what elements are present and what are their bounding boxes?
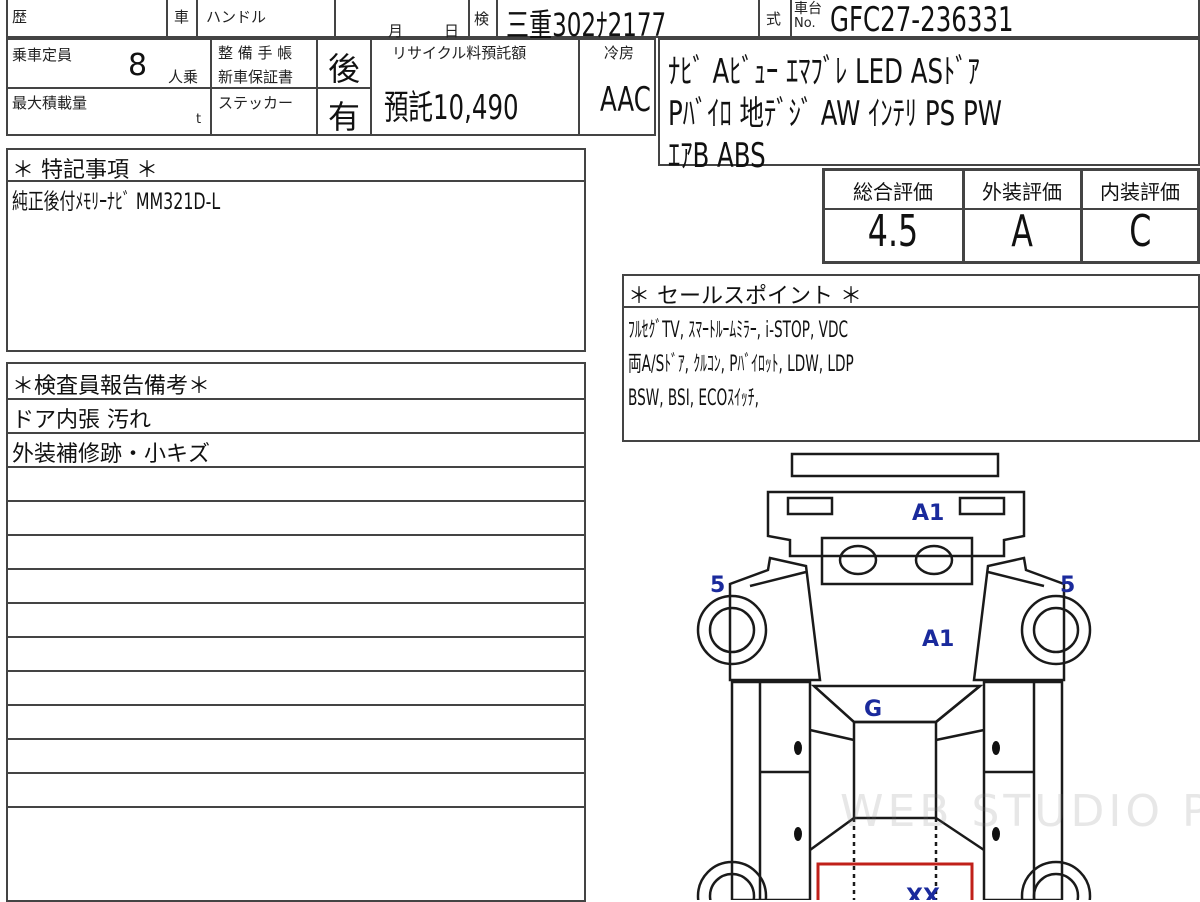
ruled-line: [6, 466, 586, 468]
marked-area-outline: [816, 862, 974, 900]
interior-grade-label: 内装評価: [1100, 180, 1180, 204]
sales-point-line: 両A/Sﾄﾞｱ, ｸﾙｺﾝ, Pﾊﾞｲﾛｯﾄ, LDW, LDP: [628, 352, 854, 377]
history-label: 歴: [12, 8, 28, 26]
special-notes-title: ＊ 特記事項 ＊: [12, 158, 158, 183]
ruled-line: [6, 568, 586, 570]
special-note-line: 純正後付ﾒﾓﾘｰﾅﾋﾞ MM321D-L: [12, 190, 221, 215]
front-bumper-outline: [790, 452, 1000, 478]
sales-points-title: ＊ セールスポイント ＊: [628, 284, 862, 309]
chassis-number: GFC27-236331: [830, 0, 1014, 40]
inspector-notes-title: ＊検査員報告備考＊: [12, 374, 211, 399]
ruled-line: [6, 738, 586, 740]
chassis-label-bottom: No.: [794, 16, 816, 31]
windshield-outline: [810, 684, 984, 724]
manual-value: 後: [328, 50, 361, 88]
damage-mark-hood: A1: [922, 627, 954, 652]
right-rear-wheel-outline: [1020, 860, 1092, 900]
inspector-note-line: 外装補修跡・小キズ: [12, 442, 211, 467]
door-handle: [794, 741, 802, 755]
ruled-line: [6, 432, 586, 434]
damage-mark-front-bumper: A1: [912, 501, 944, 526]
equipment-line: ｴｱB ABS: [668, 136, 766, 176]
warranty-label: 新車保証書: [218, 68, 294, 86]
ruled-line: [6, 636, 586, 638]
left-headlight-outline: [786, 496, 834, 516]
right-front-wheel-outline: [1020, 594, 1092, 666]
ruled-line: [6, 806, 586, 808]
overall-grade-value: 4.5: [867, 206, 919, 257]
left-side-outline: [730, 680, 812, 900]
damage-mark-windshield: G: [864, 697, 882, 722]
ruled-line: [6, 670, 586, 672]
right-headlight-outline: [958, 496, 1006, 516]
interior-grade-value: C: [1128, 206, 1152, 257]
watermark: WEB STUDIO PRO: [840, 786, 1200, 837]
manual-label: 整 備 手 帳: [218, 44, 293, 62]
sticker-label: ステッカー: [218, 94, 294, 112]
damage-mark-right-front-wheel: 5: [1060, 573, 1075, 598]
door-handle: [794, 827, 802, 841]
car-label: 車: [174, 8, 190, 26]
load-label: 最大積載量: [12, 94, 88, 112]
overall-grade-label: 総合評価: [853, 180, 933, 204]
capacity-unit: 人乗: [168, 68, 199, 86]
ruled-line: [6, 772, 586, 774]
ruled-line: [6, 500, 586, 502]
ruled-line: [6, 534, 586, 536]
handle-label: ハンドル: [206, 8, 267, 26]
front-end-outline: [766, 490, 1026, 558]
model-label: 式: [766, 10, 782, 28]
exterior-grade-value: A: [1011, 206, 1033, 257]
exterior-grade-label: 外装評価: [982, 180, 1062, 204]
capacity-value: 8: [128, 48, 148, 83]
left-hood-oval: [838, 544, 878, 576]
damage-mark-left-front-wheel: 5: [710, 573, 725, 598]
load-unit: t: [196, 112, 202, 127]
hood-outline: [820, 536, 974, 586]
ruled-line: [6, 704, 586, 706]
sticker-value: 有: [328, 98, 361, 136]
right-fender-outline: [972, 556, 1066, 682]
right-hood-oval: [914, 544, 954, 576]
recycle-label: リサイクル料預託額: [392, 44, 527, 62]
recycle-value: 預託10,490: [384, 88, 519, 128]
ac-label: 冷房: [604, 44, 635, 62]
sales-point-line: BSW, BSI, ECOｽｲｯﾁ,: [628, 386, 759, 411]
inspection-label: 検: [474, 10, 490, 28]
damage-mark-roof: XX: [906, 885, 940, 900]
inspector-note-line: ドア内張 汚れ: [12, 408, 151, 433]
ruled-line: [6, 602, 586, 604]
left-front-wheel-outline: [696, 594, 768, 666]
sales-point-line: ﾌﾙｾｸﾞTV, ｽﾏｰﾄﾙｰﾑﾐﾗｰ, i-STOP, VDC: [628, 318, 849, 343]
door-handle: [992, 741, 1000, 755]
capacity-label: 乗車定員: [12, 46, 73, 64]
ruled-line: [6, 398, 586, 400]
